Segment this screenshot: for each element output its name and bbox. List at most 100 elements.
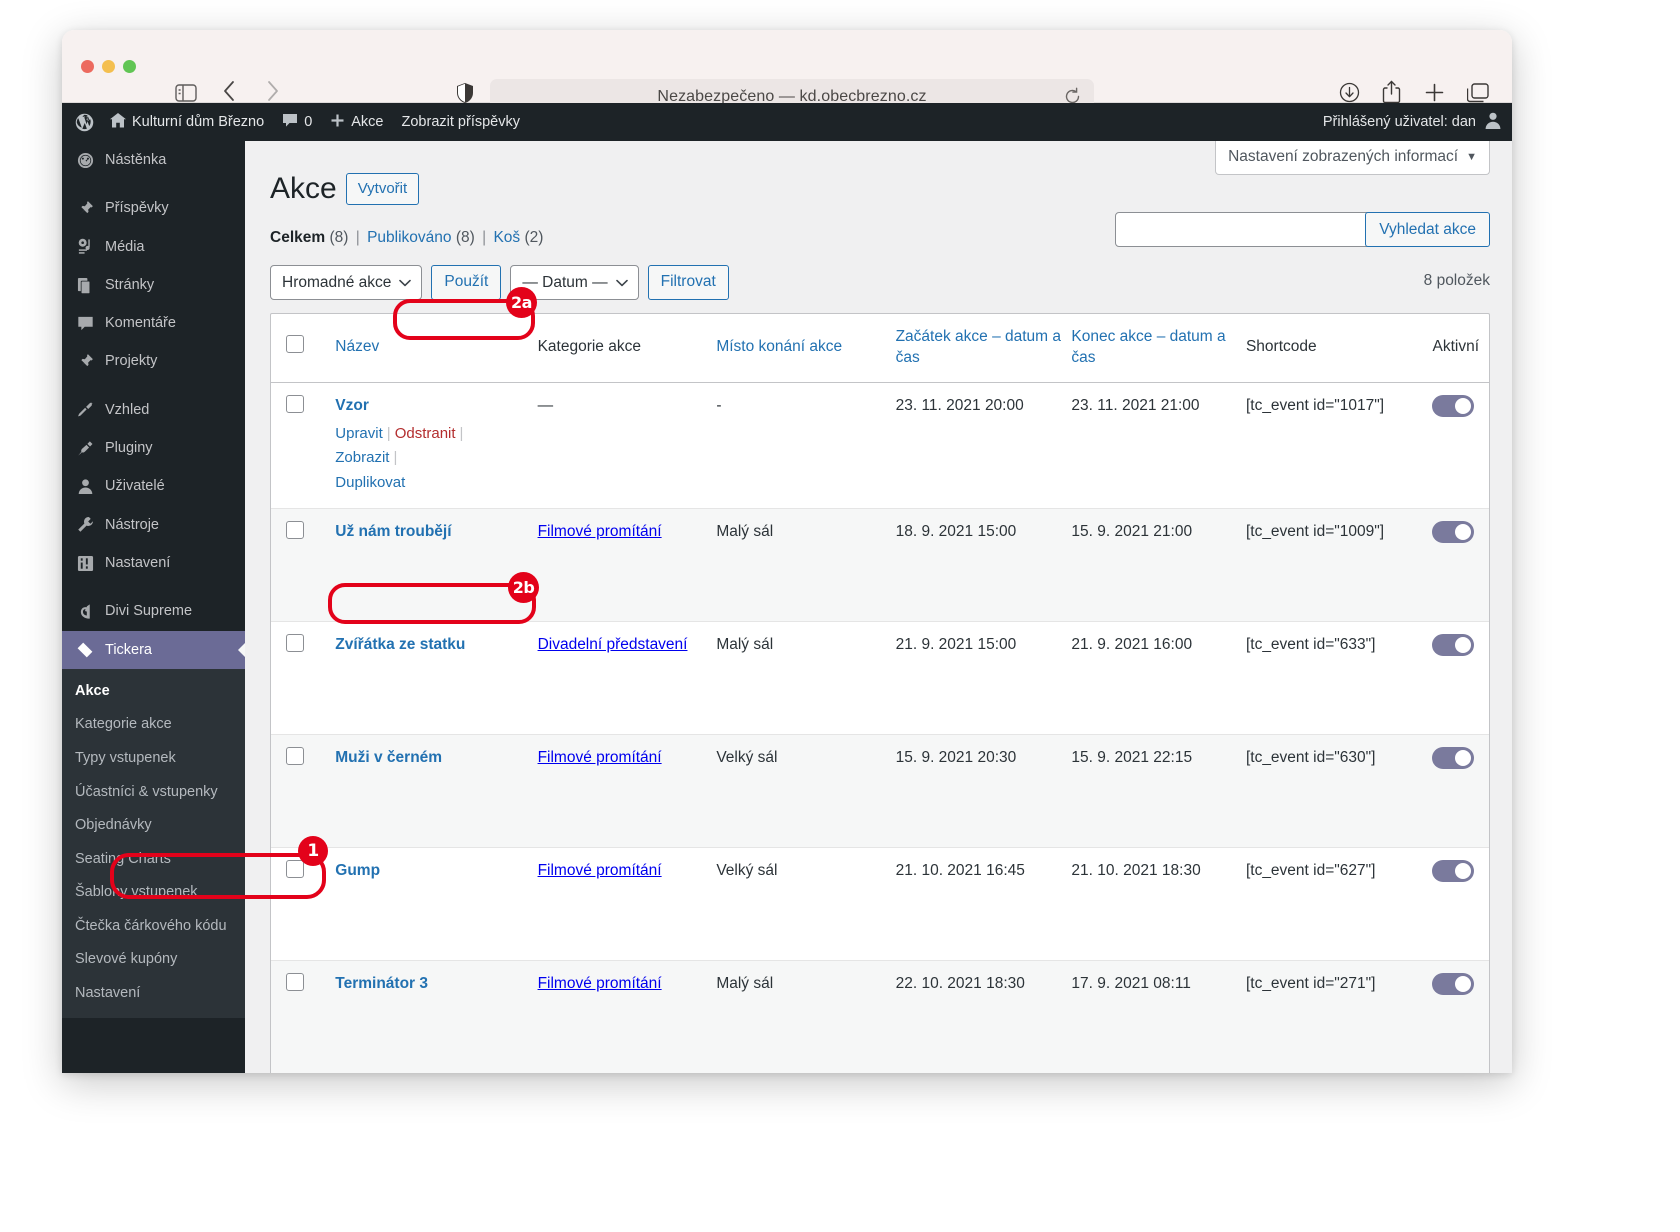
minimize-window-button[interactable]	[102, 60, 115, 73]
filter-button[interactable]: Filtrovat	[647, 265, 729, 300]
sidebar-subitem-sablony-vstupenek[interactable]: Šablony vstupenek	[62, 876, 245, 910]
table-row[interactable]: Muži v černém Filmové promítání Velký sá…	[271, 734, 1489, 848]
row-start-cell: 21. 9. 2021 15:00	[895, 635, 1017, 653]
sidebar-item-vzhled[interactable]: Vzhled	[62, 391, 245, 429]
sidebar-subitem-akce[interactable]: Akce	[62, 675, 245, 709]
column-header-misto[interactable]: Místo konání akce	[716, 314, 895, 382]
column-header-konec[interactable]: Konec akce – datum a čas	[1071, 314, 1246, 382]
wordpress-logo-icon[interactable]	[62, 103, 101, 141]
row-venue-cell: Malý sál	[716, 635, 774, 653]
sidebar-item-nastroje[interactable]: Nástroje	[62, 506, 245, 544]
row-title-link[interactable]: Gump	[335, 862, 380, 879]
sidebar-subitem-ctecka-carkoveho-kodu[interactable]: Čtečka čárkového kódu	[62, 910, 245, 944]
row-category-link[interactable]: Divadelní představení	[538, 636, 688, 653]
sidebar-item-stranky[interactable]: Stránky	[62, 266, 245, 304]
row-title-link[interactable]: Terminátor 3	[335, 975, 428, 992]
bulk-actions-select[interactable]: Hromadné akce	[270, 265, 423, 300]
adminbar-new-content[interactable]: Akce	[321, 103, 392, 141]
forward-button[interactable]	[266, 80, 280, 102]
row-category-link[interactable]: Filmové promítání	[538, 523, 662, 540]
column-header-zacatek[interactable]: Začátek akce – datum a čas	[896, 314, 1072, 382]
download-icon[interactable]	[1339, 82, 1360, 103]
submenu-label: Akce	[75, 682, 110, 699]
active-toggle[interactable]	[1432, 859, 1475, 882]
row-title-link[interactable]: Vzor	[335, 397, 369, 414]
sidebar-item-nastenka[interactable]: Nástěnka	[62, 141, 245, 179]
row-category-link[interactable]: Filmové promítání	[538, 862, 662, 879]
row-action-delete[interactable]: Odstranit	[395, 425, 456, 442]
search-submit-button[interactable]: Vyhledat akce	[1365, 212, 1490, 247]
plus-icon[interactable]	[1424, 82, 1445, 103]
search-input[interactable]	[1115, 212, 1379, 247]
active-toggle[interactable]	[1432, 394, 1475, 417]
row-select-cell	[271, 847, 335, 960]
table-row[interactable]: Už nám troubějí Filmové promítání Malý s…	[271, 508, 1489, 622]
sidebar-item-divi-supreme[interactable]: Divi Supreme	[62, 592, 245, 630]
adminbar-site-name[interactable]: Kulturní dům Březno	[101, 103, 273, 141]
sidebar-subitem-seating-charts[interactable]: Seating Charts	[62, 843, 245, 877]
adminbar-view-posts[interactable]: Zobrazit příspěvky	[393, 103, 529, 141]
sidebar-subitem-nastaveni[interactable]: Nastavení	[62, 977, 245, 1011]
shield-icon[interactable]	[456, 82, 474, 104]
tabs-icon[interactable]	[1467, 83, 1489, 103]
sidebar-subitem-typy-vstupenek[interactable]: Typy vstupenek	[62, 742, 245, 776]
select-all-checkbox[interactable]	[286, 335, 304, 354]
row-title-link[interactable]: Muži v černém	[335, 749, 442, 766]
table-row[interactable]: Gump Filmové promítání Velký sál 21. 10.…	[271, 847, 1489, 960]
adminbar-user-account[interactable]: Přihlášený uživatel: dan	[1323, 103, 1502, 141]
table-row[interactable]: Terminátor 3 Filmové promítání Malý sál …	[271, 960, 1489, 1073]
row-checkbox[interactable]	[286, 972, 304, 991]
row-title-link[interactable]: Už nám troubějí	[335, 523, 451, 540]
close-window-button[interactable]	[81, 60, 94, 73]
row-shortcode-cell: [tc_event id="630"]	[1245, 748, 1376, 766]
row-action-view[interactable]: Zobrazit	[335, 449, 389, 466]
screen-options-button[interactable]: Nastavení zobrazených informací ▼	[1215, 141, 1490, 175]
row-category-link[interactable]: Filmové promítání	[538, 975, 662, 992]
sidebar-item-uzivatele[interactable]: Uživatelé	[62, 467, 245, 505]
view-trash-label[interactable]: Koš	[493, 229, 520, 246]
window-controls[interactable]	[81, 60, 136, 73]
row-checkbox[interactable]	[286, 394, 304, 413]
sidebar-item-media[interactable]: Média	[62, 228, 245, 266]
column-header-nazev[interactable]: Název	[335, 314, 537, 382]
sidebar-subitem-ucastnici-vstupenky[interactable]: Účastníci & vstupenky	[62, 776, 245, 810]
view-all-label[interactable]: Celkem	[270, 229, 325, 246]
table-row[interactable]: Vzor Upravit | Odstranit | Zobrazit | Duplik…	[271, 382, 1489, 508]
dashboard-icon	[75, 152, 95, 169]
sidebar-item-prispevky[interactable]: Příspěvky	[62, 189, 245, 227]
back-button[interactable]	[222, 80, 236, 102]
row-checkbox[interactable]	[286, 520, 304, 539]
sidebar-subitem-slevove-kupony[interactable]: Slevové kupóny	[62, 943, 245, 977]
row-action-edit[interactable]: Upravit	[335, 425, 383, 442]
row-title-link[interactable]: Zvířátka ze statku	[335, 636, 465, 653]
row-action-duplicate[interactable]: Duplikovat	[335, 474, 405, 491]
sidebar-subitem-kategorie-akce[interactable]: Kategorie akce	[62, 708, 245, 742]
sidebar-item-label: Nastavení	[105, 554, 171, 571]
row-category-link[interactable]: Filmové promítání	[538, 749, 662, 766]
apply-bulk-action-button[interactable]: Použít	[431, 265, 502, 300]
row-start-cell: 21. 10. 2021 16:45	[895, 861, 1025, 879]
sidebar-item-pluginy[interactable]: Pluginy	[62, 429, 245, 467]
sidebar-item-komentare[interactable]: Komentáře	[62, 304, 245, 342]
sidebar-item-tickera[interactable]: Tickera	[62, 630, 245, 669]
view-published-label[interactable]: Publikováno	[367, 229, 451, 246]
active-toggle[interactable]	[1432, 633, 1475, 656]
sidebar-item-nastaveni[interactable]: Nastavení	[62, 544, 245, 582]
active-toggle[interactable]	[1432, 746, 1475, 769]
row-select-cell	[271, 382, 335, 508]
active-toggle[interactable]	[1432, 972, 1475, 995]
row-checkbox[interactable]	[286, 746, 304, 765]
ticket-icon	[75, 641, 95, 659]
sidebar-item-projekty[interactable]: Projekty	[62, 342, 245, 380]
share-icon[interactable]	[1382, 80, 1401, 104]
adminbar-comments[interactable]: 0	[273, 103, 321, 141]
active-toggle[interactable]	[1432, 520, 1475, 543]
row-checkbox[interactable]	[286, 633, 304, 652]
row-checkbox[interactable]	[286, 859, 304, 878]
submenu-label: Typy vstupenek	[75, 749, 176, 766]
maximize-window-button[interactable]	[123, 60, 136, 73]
sidebar-toggle-icon[interactable]	[175, 84, 197, 102]
table-row[interactable]: Zvířátka ze statku Divadelní představení…	[271, 621, 1489, 734]
sidebar-subitem-objednavky[interactable]: Objednávky	[62, 809, 245, 843]
add-new-button[interactable]: Vytvořit	[345, 173, 420, 205]
